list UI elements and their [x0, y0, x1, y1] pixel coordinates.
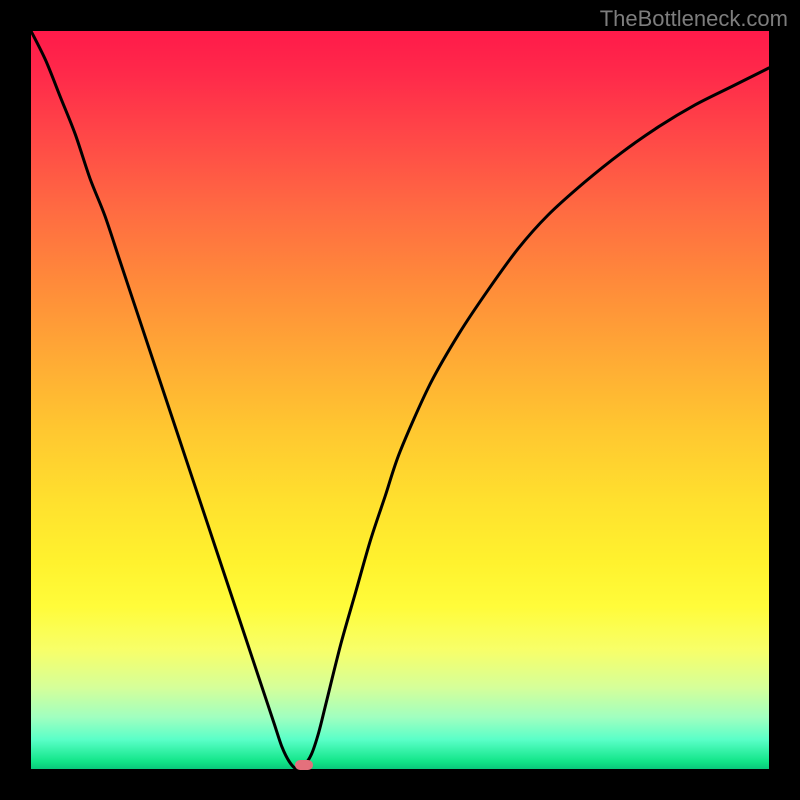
- chart-plot-area: [31, 31, 769, 769]
- chart-marker-dot: [295, 760, 313, 770]
- chart-curve: [31, 31, 769, 769]
- watermark-text: TheBottleneck.com: [600, 6, 788, 32]
